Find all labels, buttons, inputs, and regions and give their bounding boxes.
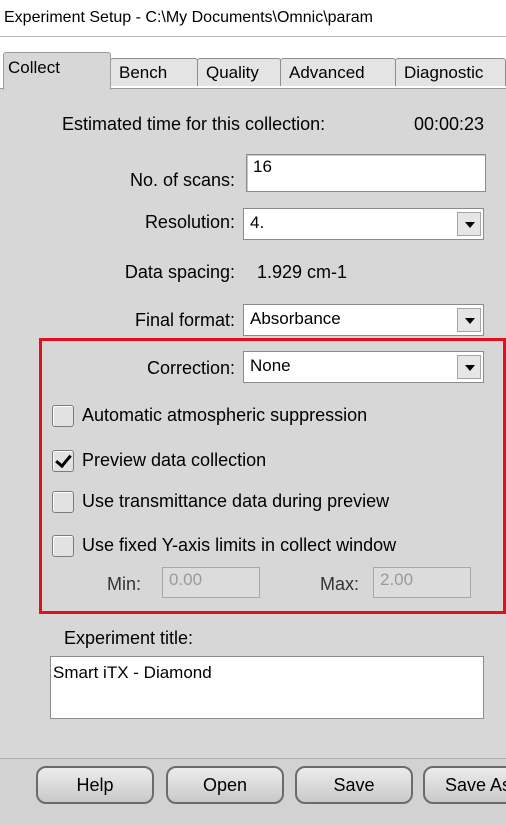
chevron-down-icon[interactable] <box>457 308 481 332</box>
data-spacing-value: 1.929 cm-1 <box>257 262 348 282</box>
transmittance-preview-checkbox[interactable] <box>52 491 74 513</box>
scans-label: No. of scans: <box>129 170 235 190</box>
scans-input[interactable]: 16 <box>246 154 486 192</box>
experiment-title-input[interactable]: Smart iTX - Diamond <box>50 656 484 719</box>
correction-value: None <box>250 356 291 375</box>
tab-collect[interactable]: Collect <box>3 52 111 90</box>
tab-advanced[interactable]: Advanced <box>280 58 396 86</box>
help-button[interactable]: Help <box>36 766 154 804</box>
window-title: Experiment Setup - C:\My Documents\Omnic… <box>0 0 506 36</box>
resolution-dropdown[interactable]: 4. <box>243 208 484 240</box>
experiment-title-label: Experiment title: <box>64 628 194 648</box>
fixed-y-axis-checkbox[interactable] <box>52 535 74 557</box>
correction-dropdown[interactable]: None <box>243 351 484 383</box>
fixed-y-axis-label: Use fixed Y-axis limits in collect windo… <box>82 535 397 555</box>
experiment-setup-window: Experiment Setup - C:\My Documents\Omnic… <box>0 0 506 825</box>
tab-strip: Collect Bench Quality Advanced Diagnosti… <box>0 50 506 92</box>
atmospheric-suppression-checkbox[interactable] <box>52 405 74 427</box>
atmospheric-suppression-label: Automatic atmospheric suppression <box>82 405 368 425</box>
final-format-label: Final format: <box>134 310 235 330</box>
estimated-time-value: 00:00:23 <box>414 114 485 134</box>
save-as-button[interactable]: Save As <box>423 766 506 804</box>
resolution-label: Resolution: <box>144 212 235 232</box>
tab-bench[interactable]: Bench <box>110 58 198 86</box>
chevron-down-icon[interactable] <box>457 212 481 236</box>
save-button[interactable]: Save <box>295 766 413 804</box>
correction-label: Correction: <box>146 358 235 378</box>
resolution-value: 4. <box>250 213 265 232</box>
min-label: Min: <box>107 574 142 594</box>
open-button[interactable]: Open <box>166 766 284 804</box>
preview-data-collection-label: Preview data collection <box>82 450 267 470</box>
max-input[interactable]: 2.00 <box>373 567 471 598</box>
final-format-value: Absorbance <box>250 309 341 328</box>
final-format-dropdown[interactable]: Absorbance <box>243 304 484 336</box>
data-spacing-label: Data spacing: <box>124 262 235 282</box>
tab-diagnostic[interactable]: Diagnostic <box>395 58 506 86</box>
preview-data-collection-checkbox[interactable] <box>52 450 74 472</box>
title-divider <box>0 36 506 37</box>
tab-quality[interactable]: Quality <box>197 58 281 86</box>
chevron-down-icon[interactable] <box>457 355 481 379</box>
min-input[interactable]: 0.00 <box>162 567 260 598</box>
transmittance-preview-label: Use transmittance data during preview <box>82 491 390 511</box>
estimated-time-label: Estimated time for this collection: <box>62 114 326 134</box>
max-label: Max: <box>320 574 360 594</box>
